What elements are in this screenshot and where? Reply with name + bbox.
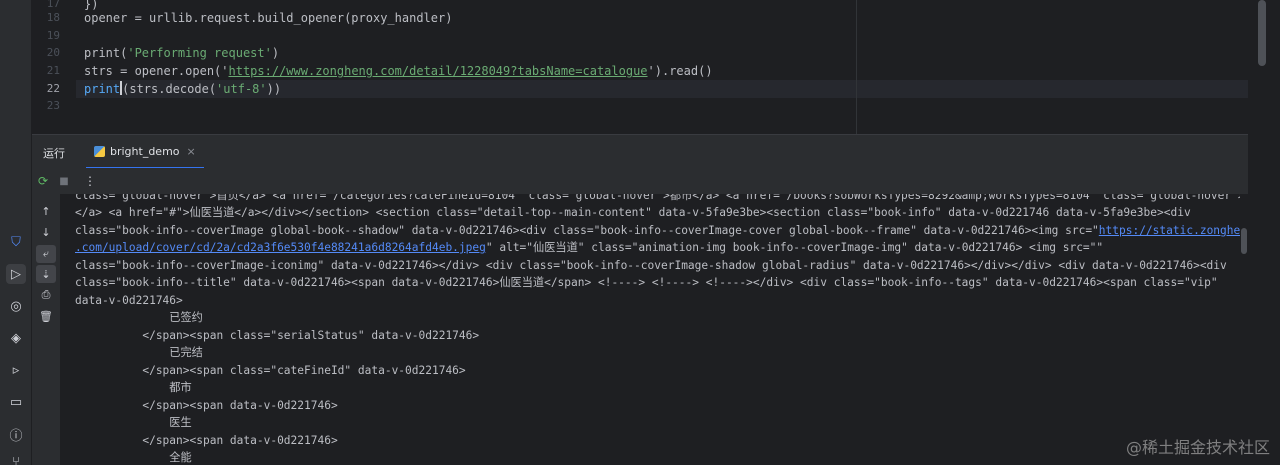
watermark: @稀土掘金技术社区 bbox=[1125, 438, 1270, 457]
soft-wrap-icon[interactable]: ⤶ bbox=[36, 245, 56, 263]
layers-icon[interactable]: ◈ bbox=[6, 328, 26, 348]
tab-bright-demo[interactable]: bright_demo × bbox=[86, 135, 204, 169]
line-number-gutter: 17 18 19 20 21 22 23 bbox=[32, 0, 76, 134]
services-icon[interactable]: ▹ bbox=[6, 360, 26, 380]
console-line: 已签约 bbox=[75, 311, 203, 324]
line-number: 19 bbox=[46, 29, 60, 42]
console-line: 已完结 bbox=[75, 346, 203, 359]
python-file-icon bbox=[94, 145, 105, 157]
console-line: class="book-info--title" data-v-0d221746… bbox=[75, 276, 1218, 289]
code-editor[interactable]: 17 18 19 20 21 22 23 }) opener = urllib.… bbox=[32, 0, 1248, 134]
code-line: print (strs.decode('utf-8')) bbox=[84, 80, 281, 98]
up-arrow-icon[interactable]: ↑ bbox=[36, 202, 56, 220]
down-arrow-icon[interactable]: ↓ bbox=[36, 223, 56, 241]
line-number: 20 bbox=[46, 46, 60, 59]
console-link[interactable]: https://static.zongheng bbox=[1099, 224, 1240, 237]
line-number: 22 bbox=[46, 82, 60, 95]
console-line: class="book-info--coverImage global-book… bbox=[75, 222, 1240, 240]
right-margin-guide bbox=[856, 0, 857, 134]
console-line: data-v-0d221746> bbox=[75, 294, 183, 307]
string-literal: 'utf-8' bbox=[216, 82, 267, 96]
line-number: 18 bbox=[46, 11, 60, 24]
code-token: ) bbox=[271, 46, 280, 60]
console-line: </span><span data-v-0d221746> bbox=[75, 399, 338, 412]
close-icon[interactable]: × bbox=[187, 145, 196, 158]
run-panel-header: 运行 bright_demo × bbox=[32, 134, 1248, 169]
console-scrollbar-thumb[interactable] bbox=[1241, 228, 1247, 254]
editor-scrollbar-track[interactable] bbox=[1248, 0, 1280, 465]
code-token: )) bbox=[266, 82, 282, 96]
string-literal: 'Performing request' bbox=[127, 46, 272, 60]
console-line: </span><span data-v-0d221746> bbox=[75, 434, 338, 447]
terminal-icon[interactable]: ▭ bbox=[6, 392, 26, 412]
console-line: class="book-info--coverImage-iconimg" da… bbox=[75, 259, 1227, 272]
console-line: </span><span class="serialStatus" data-v… bbox=[75, 329, 480, 342]
python-console-icon[interactable]: ◎ bbox=[6, 296, 26, 316]
console-line: 全能 bbox=[75, 451, 192, 464]
tab-label: bright_demo bbox=[110, 144, 180, 158]
shield-icon[interactable]: ⛉ bbox=[6, 232, 26, 252]
console-line: .com/upload/cover/cd/2a/cd2a3f6e530f4e88… bbox=[75, 239, 1103, 257]
console-side-toolbar: ↑ ↓ ⤶ ⇣ ⎙ 🗑 bbox=[32, 194, 60, 465]
scroll-to-end-icon[interactable]: ⇣ bbox=[36, 265, 56, 283]
stop-button[interactable]: ■ bbox=[55, 172, 73, 190]
console-line: </a> <a href="#">仙医当道</a></div></section… bbox=[75, 206, 1191, 219]
console-text: class="book-info--coverImage global-book… bbox=[75, 224, 1099, 237]
console-line: </span><span class="cateFineId" data-v-0… bbox=[75, 364, 466, 377]
rerun-button[interactable]: ⟳ bbox=[34, 172, 52, 190]
console-output[interactable]: class="global-hover">首页</a> <a href="/ca… bbox=[60, 194, 1240, 465]
run-panel-title: 运行 bbox=[43, 147, 65, 160]
line-number: 21 bbox=[46, 64, 60, 77]
git-icon[interactable]: ⑂ bbox=[6, 452, 26, 465]
url-literal[interactable]: https://www.zongheng.com/detail/1228049?… bbox=[229, 64, 648, 78]
console-line: 都市 bbox=[75, 381, 192, 394]
editor-scrollbar-thumb[interactable] bbox=[1258, 0, 1266, 66]
console-line: 医生 bbox=[75, 416, 192, 429]
problems-icon[interactable]: ⓘ bbox=[6, 424, 26, 444]
console-text: " alt="仙医当道" class="animation-img book-i… bbox=[485, 241, 1104, 254]
run-icon[interactable]: ▷ bbox=[6, 264, 26, 284]
code-token: (strs.decode( bbox=[122, 82, 217, 96]
code-line: strs = opener.open('https://www.zongheng… bbox=[84, 62, 713, 80]
more-options-button[interactable]: ⋮ bbox=[81, 172, 99, 190]
line-number: 23 bbox=[46, 99, 60, 112]
console-line: class="global-hover">首页</a> <a href="/ca… bbox=[75, 194, 1240, 202]
function-token: print bbox=[84, 82, 121, 96]
code-line: opener = urllib.request.build_opener(pro… bbox=[84, 11, 453, 25]
trash-icon[interactable]: 🗑 bbox=[36, 307, 56, 325]
code-line: print('Performing request') bbox=[84, 44, 279, 62]
run-toolbar: ⟳ ■ ⋮ bbox=[32, 168, 1248, 194]
code-token: ').read() bbox=[647, 64, 713, 78]
print-icon[interactable]: ⎙ bbox=[36, 286, 56, 304]
left-tool-rail: ⛉ ▷ ◎ ◈ ▹ ▭ ⓘ ⑂ bbox=[0, 0, 32, 465]
console-link[interactable]: .com/upload/cover/cd/2a/cd2a3f6e530f4e88… bbox=[75, 241, 486, 254]
code-token: print( bbox=[84, 46, 128, 60]
code-token: strs = opener.open(' bbox=[84, 64, 229, 78]
